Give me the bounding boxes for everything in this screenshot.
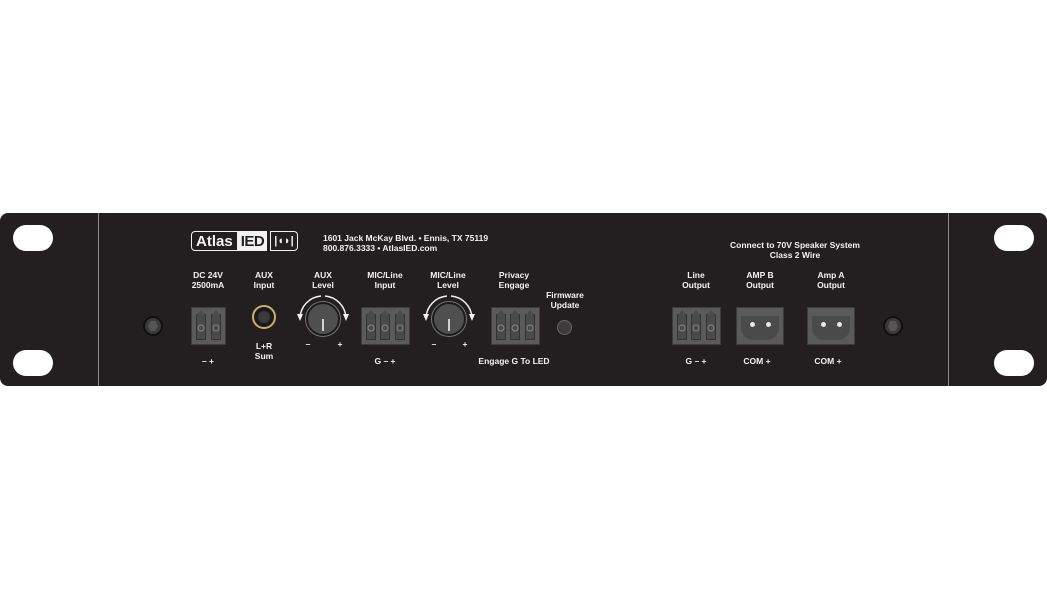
label-line: Output — [746, 280, 774, 290]
label-line: Sum — [254, 351, 274, 361]
mounting-slot — [994, 225, 1034, 251]
aux-level-minus: – — [305, 339, 311, 349]
privacy-engage-label: Privacy Engage — [499, 270, 530, 290]
label-line: Privacy — [498, 270, 530, 280]
line-output-pin-labels: G – + — [685, 356, 707, 366]
mic-level-minus: – — [431, 339, 437, 349]
mic-level-knob[interactable] — [432, 302, 466, 336]
speaker-note-line1: Connect to 70V Speaker System — [730, 240, 860, 250]
label-line: AUX — [255, 270, 273, 280]
mounting-slot — [13, 350, 53, 376]
line-output-terminal[interactable] — [672, 307, 721, 345]
label-line: MIC/Line — [367, 270, 403, 280]
mic-level-plus: + — [462, 339, 468, 349]
mic-input-pin-labels: G – + — [374, 356, 396, 366]
aux-input-label: AUX Input — [254, 270, 275, 290]
amp-b-pin-labels: COM + — [743, 356, 771, 366]
label-line: Output — [817, 280, 845, 290]
logo-mark-icon: |◖◗| — [270, 231, 298, 251]
privacy-terminal[interactable] — [491, 307, 540, 345]
firmware-update-button[interactable] — [557, 320, 572, 335]
dc-power-terminal[interactable] — [191, 307, 226, 345]
amp-b-output-label: AMP B Output — [746, 270, 774, 290]
label-line: Level — [312, 280, 334, 290]
firmware-update-label: Firmware Update — [546, 290, 584, 310]
mounting-slot — [13, 225, 53, 251]
aux-sum-label: L+R Sum — [255, 341, 273, 361]
mic-input-terminal[interactable] — [361, 307, 410, 345]
dc-power-label: DC 24V 2500mA — [192, 270, 225, 290]
aux-input-jack[interactable] — [252, 305, 276, 329]
logo-atlas: Atlas — [191, 231, 238, 251]
mounting-slot — [994, 350, 1034, 376]
label-line: Level — [437, 280, 459, 290]
label-line: Engage — [498, 280, 530, 290]
amp-b-output-terminal[interactable] — [736, 307, 784, 345]
label-line: Firmware — [546, 290, 584, 300]
line-output-label: Line Output — [682, 270, 710, 290]
privacy-pin-labels: Engage G To LED — [478, 356, 550, 366]
amp-a-output-terminal[interactable] — [807, 307, 855, 345]
mic-level-label: MIC/Line Level — [430, 270, 465, 290]
label-line: DC 24V — [193, 270, 223, 280]
aux-level-label: AUX Level — [312, 270, 334, 290]
screw-icon — [143, 316, 163, 336]
left-rack-ear — [0, 213, 98, 386]
label-line: L+R — [255, 341, 273, 351]
right-rack-ear — [949, 213, 1047, 386]
label-line: Output — [682, 280, 710, 290]
amp-a-pin-labels: COM + — [814, 356, 842, 366]
label-line: Input — [374, 280, 396, 290]
aux-level-knob[interactable] — [306, 302, 340, 336]
phone-web-line: 800.876.3333 • AtlasIED.com — [323, 243, 438, 253]
label-line: Amp A — [817, 270, 845, 280]
amp-a-output-label: Amp A Output — [817, 270, 845, 290]
label-line: MIC/Line — [430, 270, 466, 280]
label-line: 2500mA — [191, 280, 225, 290]
label-line: AMP B — [746, 270, 774, 280]
atlasied-logo: Atlas IED |◖◗| — [191, 231, 298, 251]
label-line: Line — [687, 270, 705, 280]
speaker-note-line2: Class 2 Wire — [769, 250, 821, 260]
dc-pin-labels: – + — [201, 356, 215, 366]
screw-icon — [883, 316, 903, 336]
label-line: AUX — [314, 270, 332, 280]
address-block: 1601 Jack McKay Blvd. • Ennis, TX 75119 … — [323, 233, 488, 253]
speaker-note: Connect to 70V Speaker System Class 2 Wi… — [730, 240, 860, 260]
label-line: Input — [253, 280, 275, 290]
label-line: Update — [550, 300, 580, 310]
logo-ied: IED — [237, 231, 268, 251]
address-line: 1601 Jack McKay Blvd. • Ennis, TX 75119 — [323, 233, 489, 243]
mic-input-label: MIC/Line Input — [367, 270, 402, 290]
aux-level-plus: + — [337, 339, 343, 349]
